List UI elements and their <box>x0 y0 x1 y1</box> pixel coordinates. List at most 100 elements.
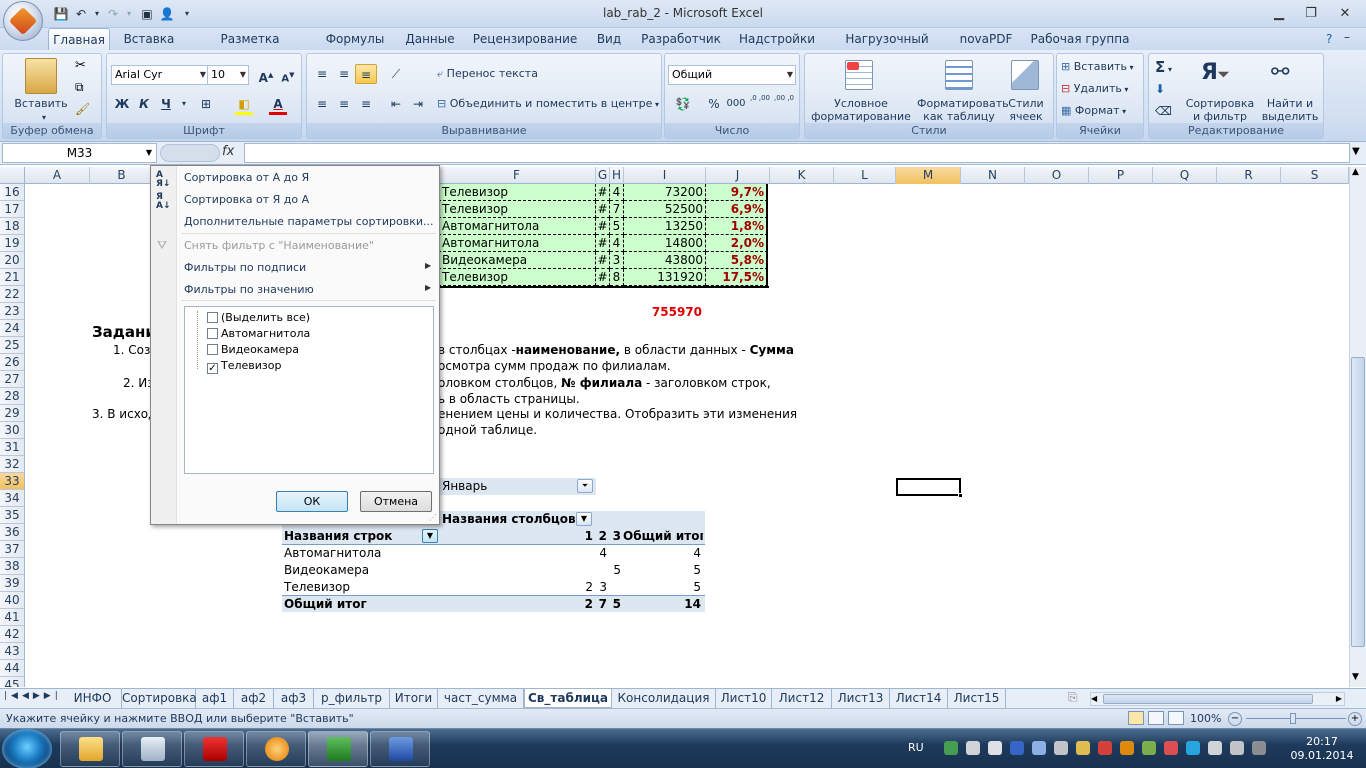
bold-button[interactable]: Ж <box>111 94 133 114</box>
decrease-decimal-button[interactable]: ,00 ,0 <box>773 94 795 114</box>
pivot-page-filter-cell[interactable]: Январь <box>438 478 596 495</box>
horizontal-scroll-thumb[interactable] <box>1103 694 1313 704</box>
sheet-tab-11[interactable]: Лист12 <box>772 689 832 708</box>
row-header-21[interactable]: 21 <box>0 269 25 286</box>
keyboard-icon[interactable] <box>1076 741 1090 755</box>
pivot-row-header[interactable]: Названия строк <box>284 528 392 545</box>
sheet-tab-10[interactable]: Лист10 <box>716 689 772 708</box>
pivot-col-label-total[interactable]: Общий итог <box>623 528 703 545</box>
language-indicator[interactable]: RU <box>908 741 924 754</box>
tab-workgroup[interactable]: Рабочая группа <box>1028 28 1132 50</box>
pivot-cell-3[interactable]: 5 <box>609 562 623 579</box>
col-header-dropdown-icon[interactable]: ▼ <box>576 512 592 526</box>
row-header-18[interactable]: 18 <box>0 218 25 235</box>
column-header-f[interactable]: F <box>438 167 596 184</box>
table-cell-name[interactable]: Телевизор <box>438 184 596 201</box>
scroll-up-icon[interactable]: ▲ <box>1352 167 1359 177</box>
table-cell-h[interactable]: 8 <box>610 269 624 286</box>
pivot-grand-total-3[interactable]: 5 <box>609 596 623 613</box>
row-header-29[interactable]: 29 <box>0 405 25 422</box>
pivot-col-label-1[interactable]: 1 <box>578 528 595 545</box>
orientation-icon[interactable]: ⟋ <box>385 64 407 84</box>
format-painter-icon[interactable]: 🖌 <box>75 102 90 116</box>
tab-load-test[interactable]: Нагрузочный тест <box>830 28 944 68</box>
filter-values-list[interactable]: (Выделить все) Автомагнитола Видеокамера ✓ Т… <box>184 306 434 474</box>
align-right-icon[interactable]: ≡ <box>355 94 377 114</box>
task-1-text[interactable]: в столбцах -наименование, в области данн… <box>438 342 794 359</box>
table-cell-percent[interactable]: 5,8% <box>706 252 768 269</box>
column-header-q[interactable]: Q <box>1153 167 1217 184</box>
row-header-dropdown-icon[interactable]: ▼ <box>422 529 438 543</box>
checkbox[interactable] <box>207 328 218 339</box>
zoom-in-icon[interactable]: + <box>1348 712 1362 726</box>
taskbar-explorer[interactable] <box>60 731 120 767</box>
qat-customize-icon[interactable]: ▾ <box>178 5 196 23</box>
increase-decimal-button[interactable]: ,0 ,00 <box>749 94 771 114</box>
row-header-35[interactable]: 35 <box>0 507 25 524</box>
table-cell-h[interactable]: 4 <box>610 235 624 252</box>
pivot-row-total[interactable]: 5 <box>623 579 703 596</box>
pivot-row-label[interactable]: Телевизор <box>284 579 350 596</box>
table-cell-name[interactable]: Автомагнитола <box>438 218 596 235</box>
help-icon[interactable]: ? <box>1326 32 1332 46</box>
page-break-view-icon[interactable] <box>1168 711 1184 725</box>
insert-function-icon[interactable]: fx <box>222 144 234 159</box>
row-header-42[interactable]: 42 <box>0 626 25 643</box>
fill-color-icon[interactable]: ◧ <box>233 94 255 114</box>
pivot-row-total[interactable]: 4 <box>623 545 703 562</box>
row-header-44[interactable]: 44 <box>0 660 25 677</box>
autosum-button[interactable]: Σ ▾ <box>1155 58 1172 76</box>
row-header-37[interactable]: 37 <box>0 541 25 558</box>
sort-asc-item[interactable]: Сортировка от А до Я <box>184 171 309 184</box>
table-cell-amount[interactable]: 14800 <box>624 235 706 252</box>
column-header-a[interactable]: A <box>25 167 90 184</box>
scroll-right-icon[interactable]: ▶ <box>1336 693 1342 705</box>
row-header-30[interactable]: 30 <box>0 422 25 439</box>
row-header-43[interactable]: 43 <box>0 643 25 660</box>
align-bottom-icon[interactable]: ≡ <box>355 64 377 84</box>
maximize-button[interactable]: ❐ <box>1300 5 1322 23</box>
sheet-tab-8[interactable]: Св_таблица <box>524 689 612 708</box>
copy-icon[interactable]: ⧉ <box>75 80 84 95</box>
ok-button[interactable]: ОК <box>276 491 348 512</box>
sheet-tab-12[interactable]: Лист13 <box>832 689 890 708</box>
row-header-20[interactable]: 20 <box>0 252 25 269</box>
task-3-label[interactable]: 3. В исход <box>92 406 156 423</box>
pivot-col-header[interactable]: Названия столбцов <box>442 511 576 528</box>
row-header-17[interactable]: 17 <box>0 201 25 218</box>
zoom-out-icon[interactable]: − <box>1228 712 1242 726</box>
user-icon[interactable]: 👤 <box>158 5 176 23</box>
vertical-scroll-thumb[interactable] <box>1351 357 1365 647</box>
font-size-combo[interactable]: 10 ▼ <box>207 65 249 85</box>
shrink-font-button[interactable]: A▼ <box>277 65 299 85</box>
table-cell-amount[interactable]: 52500 <box>624 201 706 218</box>
resize-grip-icon[interactable]: ⋰ <box>429 513 437 522</box>
task-3-text[interactable]: енением цены и количества. Отобразить эт… <box>438 406 797 423</box>
checkbox[interactable] <box>207 344 218 355</box>
table-cell-h[interactable]: 7 <box>610 201 624 218</box>
underline-dropdown-icon[interactable]: ▾ <box>173 94 195 114</box>
tab-formulas[interactable]: Формулы <box>322 28 388 50</box>
table-cell-name[interactable]: Телевизор <box>438 269 596 286</box>
print-preview-icon[interactable]: ▣ <box>138 5 156 23</box>
column-header-o[interactable]: O <box>1025 167 1089 184</box>
sheet-tab-5[interactable]: р_фильтр <box>314 689 390 708</box>
sheet-tab-14[interactable]: Лист15 <box>948 689 1006 708</box>
cancel-button[interactable]: Отмена <box>360 491 432 512</box>
minimize-button[interactable]: ▁ <box>1268 5 1290 23</box>
cell-styles-button[interactable]: Стили ячеек <box>1001 97 1051 123</box>
paste-icon[interactable] <box>25 58 57 94</box>
column-header-p[interactable]: P <box>1089 167 1153 184</box>
column-header-m[interactable]: M <box>896 167 961 184</box>
bluetooth-icon[interactable] <box>988 741 1002 755</box>
value-filters-item[interactable]: Фильтры по значению <box>184 283 314 296</box>
normal-view-icon[interactable] <box>1128 711 1144 725</box>
column-header-l[interactable]: L <box>834 167 896 184</box>
row-header-40[interactable]: 40 <box>0 592 25 609</box>
pivot-grand-total-2[interactable]: 7 <box>595 596 609 613</box>
checkbox[interactable] <box>207 312 218 323</box>
row-header-23[interactable]: 23 <box>0 303 25 320</box>
number-format-combo[interactable]: Общий ▼ <box>668 65 796 85</box>
pivot-cell-2[interactable]: 4 <box>595 545 609 562</box>
column-header-i[interactable]: I <box>624 167 706 184</box>
